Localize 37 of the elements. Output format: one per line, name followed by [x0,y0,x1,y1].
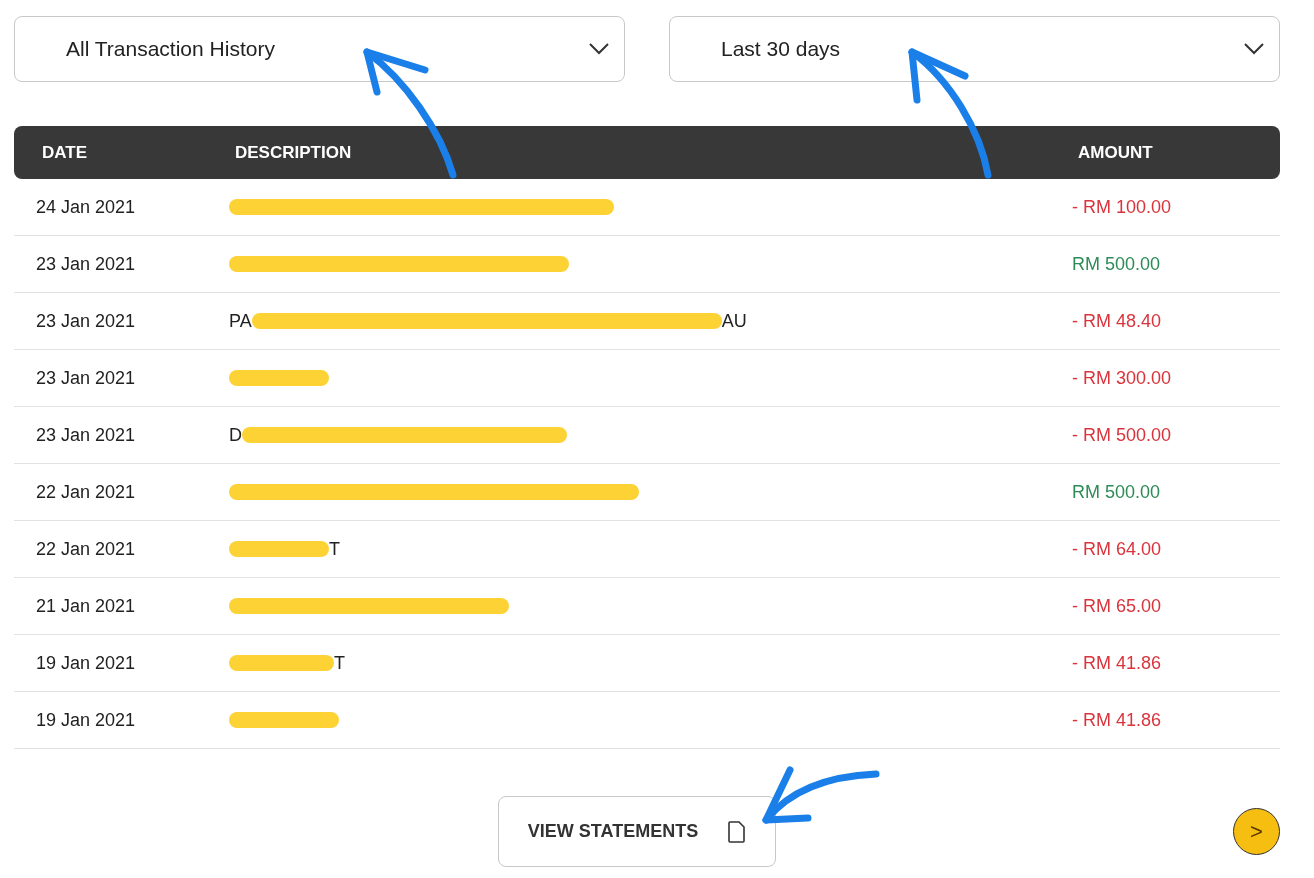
dropdown[interactable]: Last 30 days [669,16,1280,82]
table-cell-text: 23 Jan 2021 [35,309,137,333]
table-cell-text: 23 Jan 2021 [35,366,137,390]
table-cell-text: - RM 100.00 [1072,195,1173,219]
column-header: AMOUNT [1078,141,1154,164]
table-cell-text: T [334,651,345,675]
table-cell-text: - RM 65.00 [1072,594,1163,618]
table-cell-text: 22 Jan 2021 [35,537,137,561]
table-cell-text: 22 Jan 2021 [35,480,137,504]
table-cell-text: AU [721,309,747,333]
table-cell-text: D [229,423,242,447]
dropdown[interactable]: All Transaction History [14,16,625,82]
table-cell-text: - RM 300.00 [1072,366,1173,390]
table-cell-text: 23 Jan 2021 [35,252,137,276]
table-cell-text: - RM 500.00 [1072,423,1173,447]
table-cell-text: 21 Jan 2021 [35,594,137,618]
table-cell-text: 19 Jan 2021 [35,651,137,675]
table-cell-text: - RM 41.86 [1072,651,1163,675]
dropdown-value: All Transaction History [66,36,275,63]
table-cell-text: T [329,537,340,561]
table-cell-text: PA [229,309,252,333]
table-cell-text: 23 Jan 2021 [35,423,137,447]
table-cell-text: 19 Jan 2021 [35,708,137,732]
table-cell-text: - RM 64.00 [1072,537,1163,561]
chevron-down-icon [588,42,610,56]
table-cell-text: - RM 41.86 [1072,708,1163,732]
dropdown-value: Last 30 days [721,36,841,63]
column-header: DESCRIPTION [235,141,353,164]
table-cell-text: RM 500.00 [1072,480,1162,504]
table-cell-text: - RM 48.40 [1072,309,1163,333]
next-button[interactable]: > [1233,808,1280,855]
table-cell-text: RM 500.00 [1072,252,1162,276]
column-header: DATE [41,141,88,164]
table-cell-text: 24 Jan 2021 [35,195,137,219]
chevron-down-icon [1243,42,1265,56]
document-icon [728,820,747,843]
view-statements-button[interactable]: VIEW STATEMENTS [498,796,776,867]
